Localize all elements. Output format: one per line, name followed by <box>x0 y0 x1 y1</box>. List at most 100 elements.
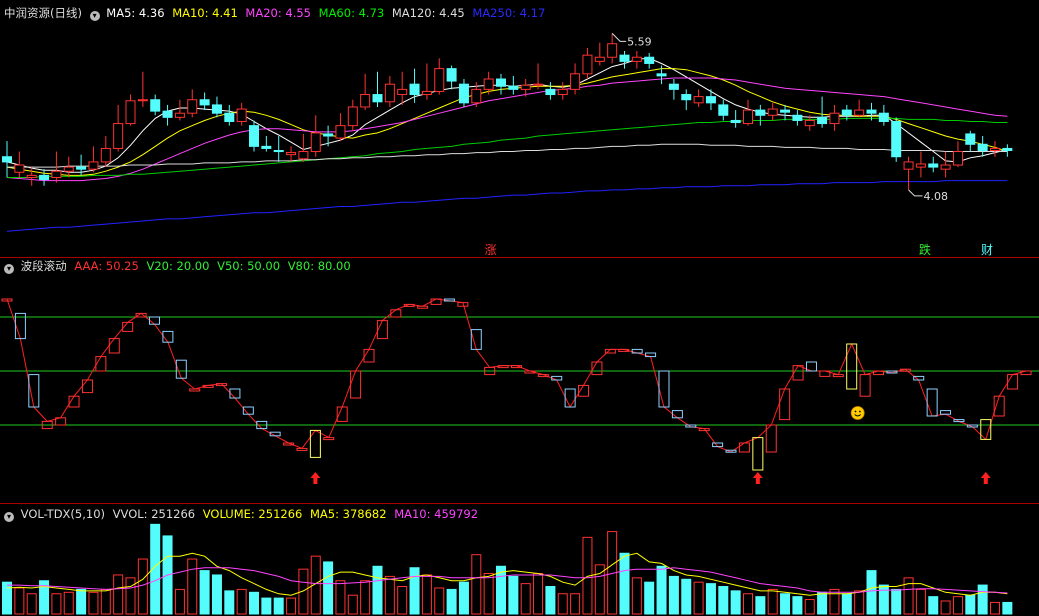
volume-bar-down <box>644 581 655 615</box>
candle-up <box>854 109 865 116</box>
candle-down <box>150 99 161 112</box>
volume-bar-up <box>421 574 432 615</box>
osc-block <box>792 365 804 381</box>
osc-block <box>497 365 509 369</box>
smiley-icon <box>850 406 865 420</box>
osc-block <box>350 370 362 399</box>
volume-bar-up <box>594 564 605 615</box>
volume-bar-down <box>841 593 852 615</box>
volume-bar-up <box>286 597 297 615</box>
candle-up <box>51 170 62 178</box>
candle-down <box>730 119 741 124</box>
candle-down <box>668 83 679 90</box>
volume-bar-down <box>681 578 692 615</box>
volume-bar-up <box>915 588 926 615</box>
volume-bar-down <box>977 584 988 615</box>
osc-block <box>832 374 844 378</box>
candle-up <box>63 166 74 172</box>
osc-block <box>738 442 750 453</box>
candle-up <box>582 54 593 75</box>
candle-down <box>446 68 457 82</box>
osc-block <box>323 437 335 441</box>
volume-bar-up <box>533 573 544 615</box>
candle-up <box>335 125 346 139</box>
candle-down <box>928 163 939 168</box>
candle-down <box>409 83 420 96</box>
candle-up <box>483 78 494 90</box>
candle-up <box>743 109 753 125</box>
candle-down <box>162 110 173 118</box>
candle-up <box>557 88 568 96</box>
candle-up <box>26 174 37 178</box>
volume-bar-up <box>940 600 951 615</box>
volume-bar-up <box>113 574 124 615</box>
osc-block <box>698 428 710 432</box>
volume-bar-up <box>137 558 148 615</box>
candle-down <box>323 133 334 137</box>
candle-up <box>236 108 247 122</box>
buy-arrow-icon <box>310 472 321 484</box>
candle-up <box>137 99 148 102</box>
stock-chart[interactable]: 5.59 4.08 涨 跌 财 <box>0 0 1039 616</box>
candle-down <box>841 109 852 116</box>
volume-bar-down <box>1002 601 1013 615</box>
candle-up <box>915 163 926 168</box>
candle-up <box>125 100 136 125</box>
candle-up <box>286 152 297 156</box>
candle-up <box>570 73 581 90</box>
candle-down <box>891 120 902 158</box>
volume-bar-down <box>730 590 741 615</box>
candle-up <box>594 56 605 62</box>
candle-up <box>471 88 482 104</box>
volume-bar-down <box>323 561 334 615</box>
osc-block <box>926 388 938 417</box>
volume-bar-down <box>705 583 716 615</box>
volume-bar-down <box>446 588 457 615</box>
volume-bar-up <box>187 558 198 615</box>
volume-bar-up <box>174 588 185 615</box>
candle-down <box>681 94 692 101</box>
volume-bar-up <box>88 591 99 615</box>
volume-bar-down <box>718 586 729 615</box>
high-pointer <box>611 33 627 42</box>
candle-up <box>347 106 358 127</box>
candle-up <box>903 161 914 170</box>
buy-arrow-icon <box>752 472 763 484</box>
volume-bar-up <box>804 599 815 615</box>
candle-down <box>545 88 556 96</box>
volume-bar-up <box>100 588 111 615</box>
volume-bar-down <box>619 552 630 615</box>
candle-up <box>693 96 704 104</box>
ma-line-ma250 <box>6 180 1008 232</box>
candle-up <box>767 108 778 116</box>
volume-bar-up <box>483 573 494 615</box>
osc-block <box>779 388 791 421</box>
candle-down <box>619 54 630 62</box>
volume-bar-up <box>557 593 568 615</box>
volume-bar-down <box>273 597 284 615</box>
volume-bar-down <box>928 596 939 615</box>
candle-up <box>434 68 445 92</box>
volume-bar-down <box>780 593 791 615</box>
osc-block <box>216 383 228 387</box>
osc-block <box>95 356 107 372</box>
volume-bar-up <box>854 590 865 615</box>
candle-up <box>310 132 321 153</box>
volume-bar-up <box>51 593 62 615</box>
candle-down <box>705 96 716 104</box>
candle-up <box>360 94 371 108</box>
osc-block <box>376 320 388 340</box>
osc-block <box>148 316 160 325</box>
osc-block <box>564 388 576 408</box>
osc-block <box>417 305 429 309</box>
fall-marker: 跌 <box>919 242 931 257</box>
volume-bar-up <box>570 593 581 615</box>
candle-up <box>14 164 25 173</box>
volume-bar-down <box>372 565 383 615</box>
volume-bar-up <box>767 588 778 615</box>
volume-bar-down <box>656 565 667 615</box>
osc-block <box>81 379 93 394</box>
volume-bar-down <box>224 590 235 615</box>
candle-up <box>88 161 99 170</box>
candle-up <box>804 119 815 127</box>
